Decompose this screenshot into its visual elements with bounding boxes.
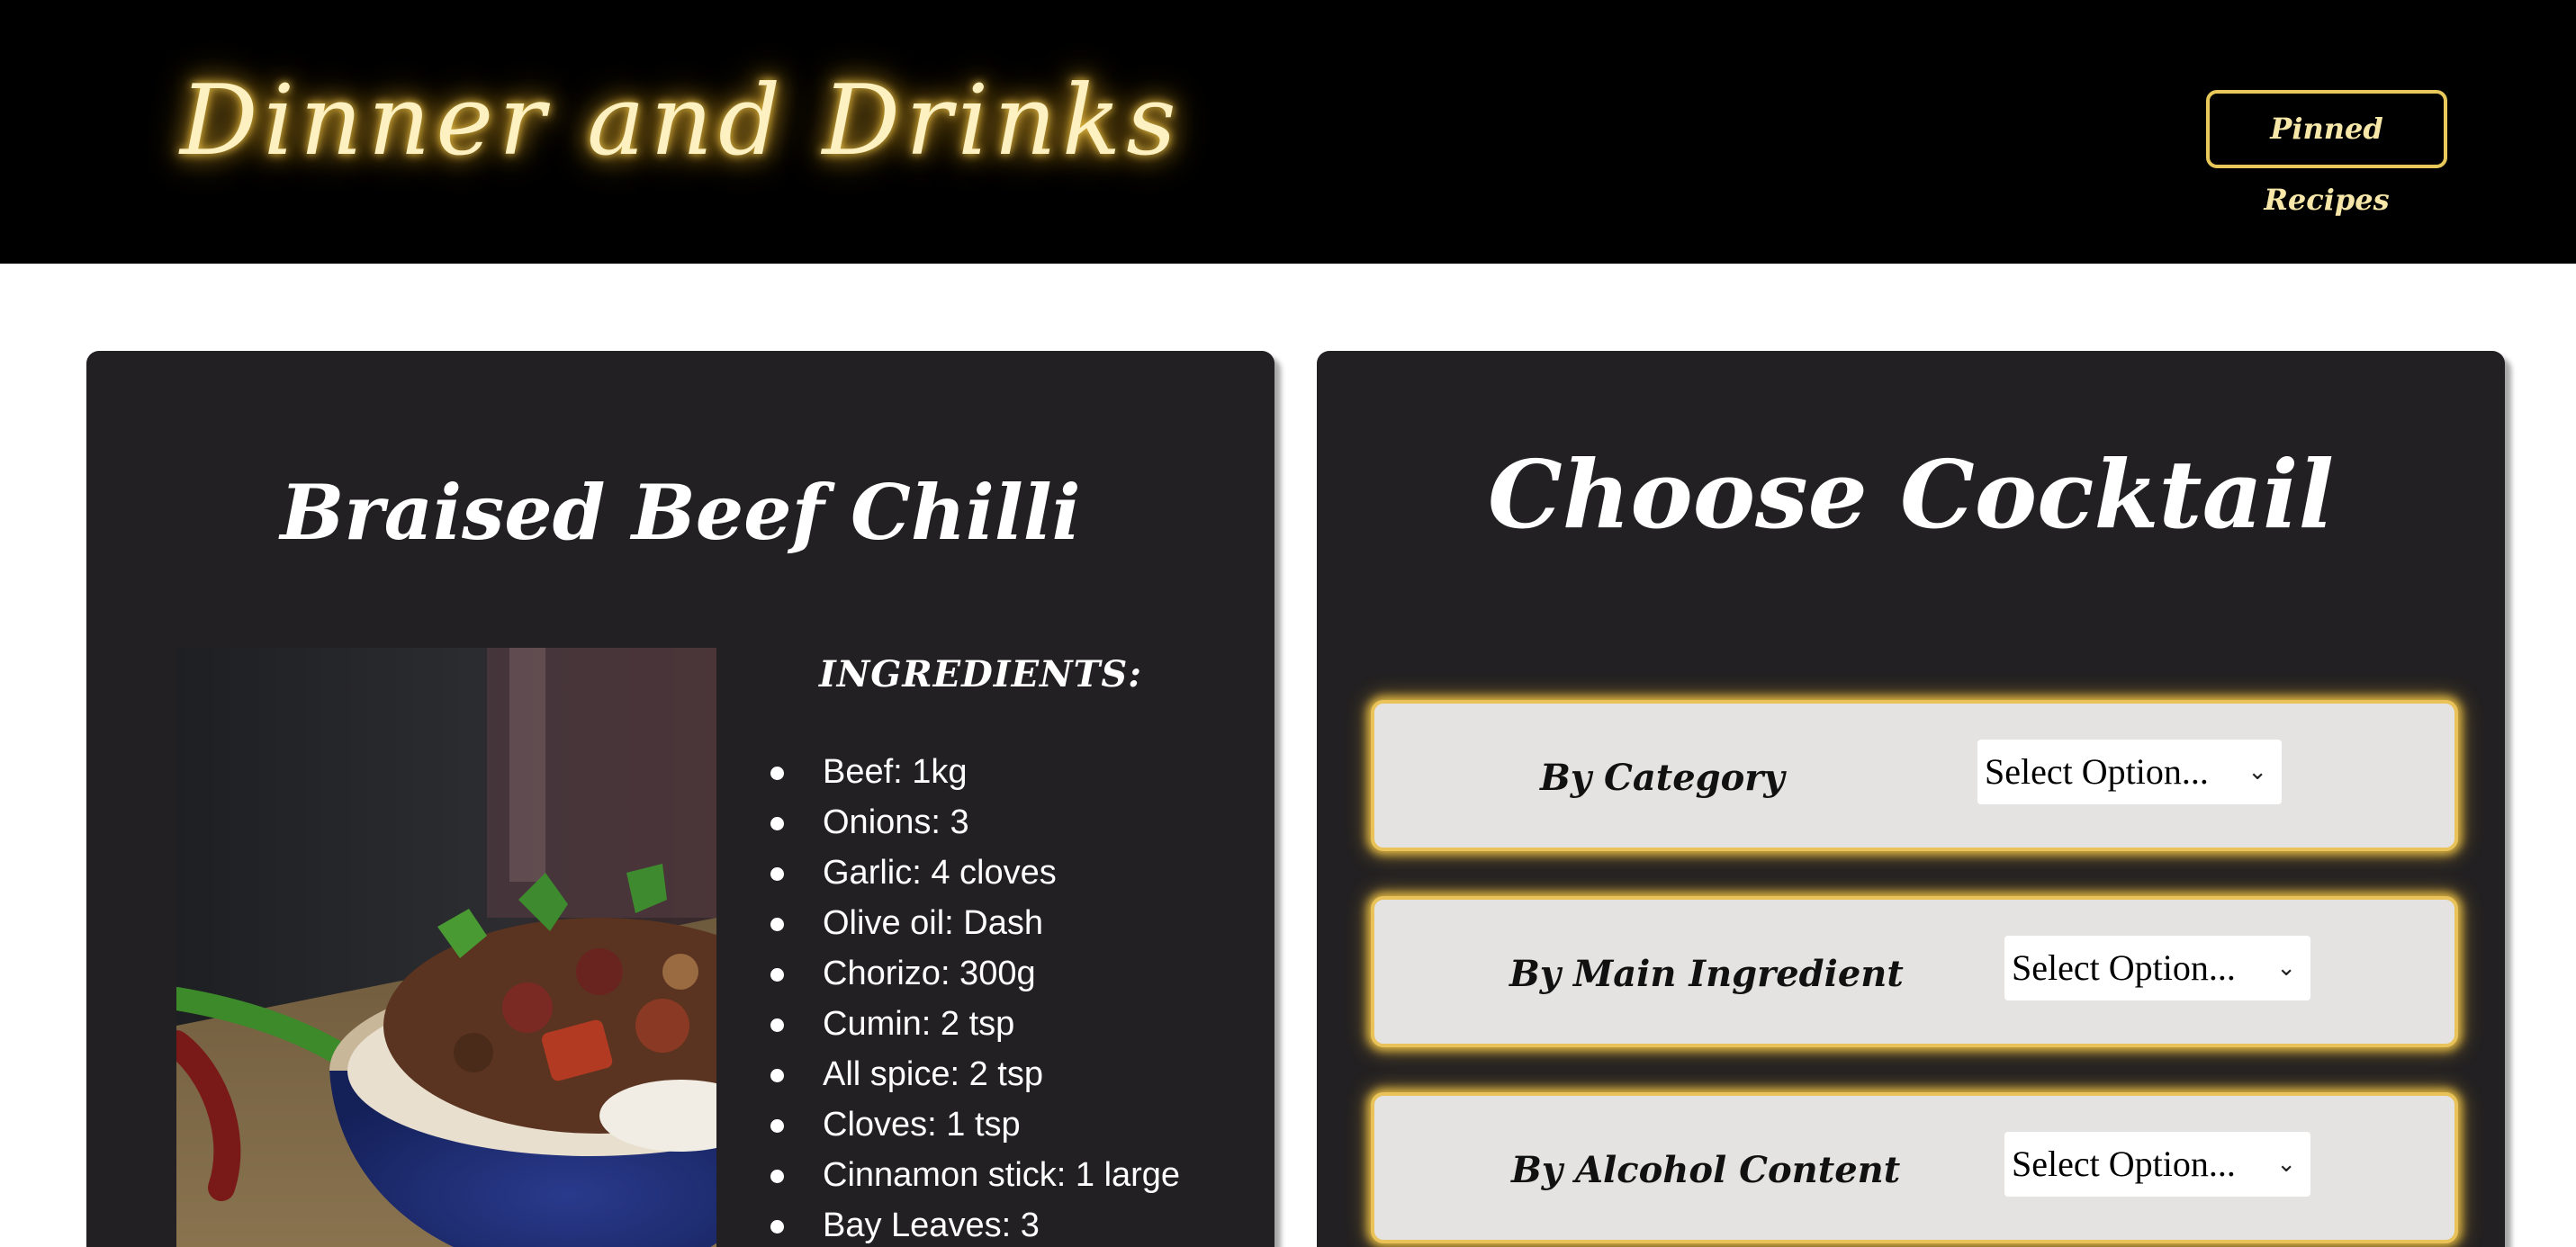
ingredients-heading: INGREDIENTS: [819,653,1143,695]
list-item: Cloves: 1 tsp [770,1099,1256,1150]
list-item: Garlic: 4 cloves [770,848,1256,898]
filter-label: By Category [1540,757,1785,799]
select-value: Select Option... [2012,947,2236,988]
filter-by-alcohol-content: By Alcohol Content Select Option... ⌄ [1371,1092,2458,1243]
list-item: Chorizo: 300g [770,948,1256,999]
alcohol-content-select[interactable]: Select Option... ⌄ [2004,1132,2310,1197]
chevron-down-icon: ⌄ [2247,758,2267,785]
filter-label: By Main Ingredient [1509,953,1904,995]
recipe-image [176,648,716,1247]
list-item: Olive oil: Dash [770,898,1256,948]
chevron-down-icon: ⌄ [2276,1151,2296,1178]
filter-label: By Alcohol Content [1511,1149,1901,1191]
select-value: Select Option... [2012,1144,2236,1184]
recipe-card: Braised Beef Chilli INGREDIENTS: Beef: 1… [86,351,1274,1247]
recipe-title: Braised Beef Chilli [280,468,1081,557]
list-item: Cinnamon stick: 1 large [770,1150,1256,1200]
top-navbar: Dinner and Drinks Pinned Recipes [0,0,2576,264]
filter-by-category: By Category Select Option... ⌄ [1371,700,2458,851]
category-select[interactable]: Select Option... ⌄ [1977,740,2282,804]
filter-by-main-ingredient: By Main Ingredient Select Option... ⌄ [1371,896,2458,1047]
pinned-recipes-button[interactable]: Pinned Recipes [2206,90,2447,217]
list-item: Onions: 3 [770,797,1256,848]
list-item: All spice: 2 tsp [770,1049,1256,1099]
list-item: Beef: 1kg [770,747,1256,797]
list-item: Bay Leaves: 3 [770,1200,1256,1247]
list-item: Cumin: 2 tsp [770,999,1256,1049]
chevron-down-icon: ⌄ [2276,955,2296,982]
main-ingredient-select[interactable]: Select Option... ⌄ [2004,936,2310,1000]
cocktail-card: Choose Cocktail By Category Select Optio… [1317,351,2505,1247]
select-value: Select Option... [1985,751,2209,792]
ingredients-list: Beef: 1kg Onions: 3 Garlic: 4 cloves Oli… [770,747,1256,1247]
site-logo[interactable]: Dinner and Drinks [180,54,1176,189]
cocktail-title: Choose Cocktail [1487,439,2334,550]
